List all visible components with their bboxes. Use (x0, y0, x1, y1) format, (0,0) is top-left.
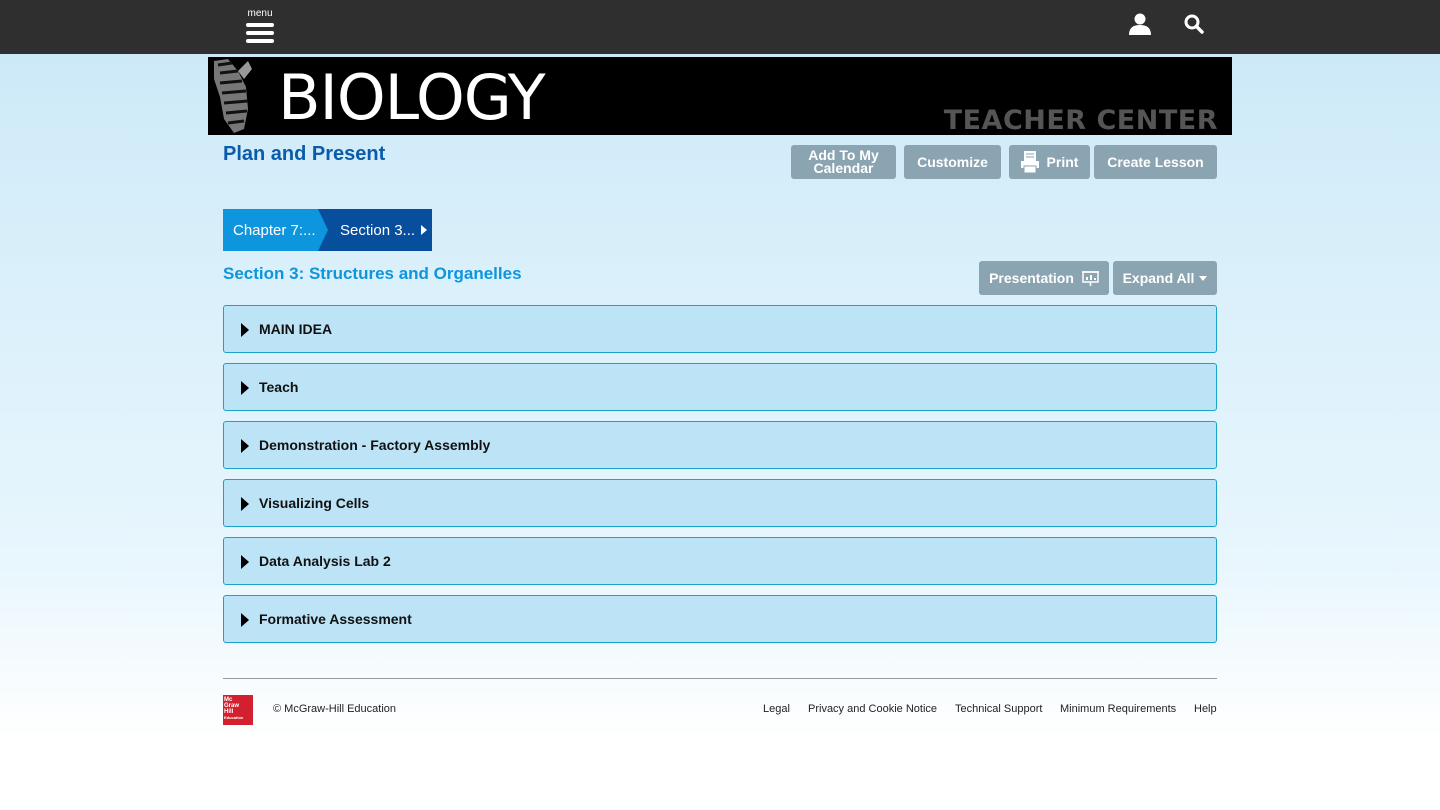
page-title: Plan and Present (223, 143, 386, 165)
user-icon[interactable] (1128, 13, 1152, 35)
accordion-item-data-analysis-lab[interactable]: Data Analysis Lab 2 (223, 537, 1217, 585)
presentation-label: Presentation (989, 269, 1074, 286)
customize-label: Customize (917, 153, 988, 170)
footer-link-technical-support[interactable]: Technical Support (955, 703, 1042, 715)
caret-right-icon (241, 439, 249, 453)
accordion-item-demonstration[interactable]: Demonstration - Factory Assembly (223, 421, 1217, 469)
hamburger-icon (246, 23, 274, 47)
accordion-item-formative-assessment[interactable]: Formative Assessment (223, 595, 1217, 643)
expand-all-label: Expand All (1122, 269, 1195, 286)
caret-right-icon (241, 381, 249, 395)
breadcrumb-chapter-label: Chapter 7:... (233, 221, 316, 239)
add-to-calendar-label-line2: Calendar (813, 160, 874, 176)
footer-divider (223, 678, 1217, 679)
breadcrumb-section[interactable]: Section 3... (318, 209, 432, 251)
caret-right-icon (241, 613, 249, 627)
accordion-item-main-idea[interactable]: MAIN IDEA (223, 305, 1217, 353)
banner-title: BIOLOGY (278, 61, 546, 134)
mcgraw-hill-logo: Mc Graw Hill Education (223, 695, 253, 725)
print-button[interactable]: Print (1009, 145, 1090, 179)
breadcrumb-separator (318, 209, 328, 251)
accordion-item-label: Formative Assessment (259, 611, 412, 627)
course-banner: BIOLOGY TEACHER CENTER (208, 57, 1232, 135)
breadcrumb: Chapter 7:... Section 3... (223, 209, 432, 251)
accordion-item-label: Teach (259, 379, 299, 395)
zebra-image (208, 57, 264, 135)
expand-all-button[interactable]: Expand All (1113, 261, 1217, 295)
caret-right-icon (421, 225, 427, 235)
caret-right-icon (241, 555, 249, 569)
customize-button[interactable]: Customize (904, 145, 1001, 179)
accordion-item-label: Demonstration - Factory Assembly (259, 437, 491, 453)
create-lesson-button[interactable]: Create Lesson (1094, 145, 1217, 179)
footer-link-privacy[interactable]: Privacy and Cookie Notice (808, 703, 937, 715)
search-icon[interactable] (1184, 14, 1204, 34)
footer-link-help[interactable]: Help (1194, 703, 1217, 715)
footer-link-legal[interactable]: Legal (763, 703, 790, 715)
presentation-icon (1081, 271, 1099, 286)
printer-icon (1020, 151, 1039, 174)
presentation-button[interactable]: Presentation (979, 261, 1109, 295)
print-label: Print (1046, 153, 1079, 170)
accordion-item-label: MAIN IDEA (259, 321, 333, 337)
caret-right-icon (241, 497, 249, 511)
menu-label: menu (247, 8, 273, 19)
caret-right-icon (241, 323, 249, 337)
accordion-item-teach[interactable]: Teach (223, 363, 1217, 411)
accordion-item-label: Data Analysis Lab 2 (259, 553, 391, 569)
section-title: Section 3: Structures and Organelles (223, 264, 522, 283)
accordion-item-visualizing-cells[interactable]: Visualizing Cells (223, 479, 1217, 527)
top-navigation-bar: menu (0, 0, 1440, 54)
banner-subtitle: TEACHER CENTER (943, 105, 1218, 135)
copyright-text: © McGraw-Hill Education (273, 703, 397, 715)
accordion-item-label: Visualizing Cells (259, 495, 370, 511)
add-to-calendar-button[interactable]: Add To My Calendar (791, 145, 896, 179)
footer-link-minimum-requirements[interactable]: Minimum Requirements (1060, 703, 1176, 715)
create-lesson-label: Create Lesson (1107, 153, 1204, 170)
chevron-down-icon (1199, 275, 1208, 281)
menu-button[interactable]: menu (244, 8, 276, 44)
breadcrumb-section-label: Section 3... (340, 221, 416, 239)
